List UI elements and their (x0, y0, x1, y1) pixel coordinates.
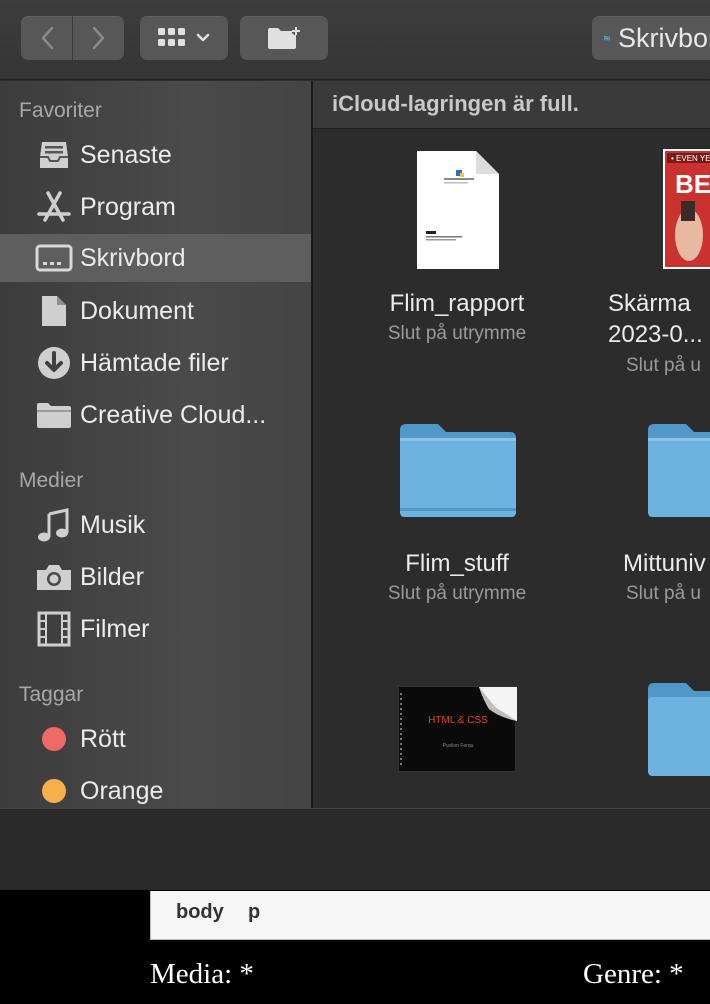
document-icon (35, 292, 73, 330)
location-label: Skrivbord (617, 22, 710, 53)
sidebar-item-filmer[interactable]: Filmer (0, 605, 311, 653)
sidebar-item-label: Hämtade filer (80, 348, 229, 377)
desktop-folder-icon (604, 35, 610, 41)
sidebar-item-dokument[interactable]: Dokument (0, 287, 311, 335)
sidebar-item-skrivbord[interactable]: Skrivbord (0, 234, 311, 282)
sidebar-item-label: Program (80, 192, 176, 221)
file-status: Slut på utrymme (387, 583, 527, 604)
file-name: Flim_rapport (389, 290, 525, 317)
chevron-down-icon (196, 33, 210, 42)
file-name: Mittuniv (623, 550, 706, 577)
file-status: Slut på u (626, 583, 701, 604)
sidebar-item-hamtade-filer[interactable]: Hämtade filer (0, 339, 311, 387)
file-name-line2: 2023-0... (608, 321, 703, 348)
presentation-title: HTML & CSS (428, 715, 488, 726)
sidebar-item-label: Orange (80, 776, 164, 805)
sidebar-item-label: Bilder (80, 562, 144, 591)
sidebar-item-musik[interactable]: Musik (0, 501, 311, 549)
media-section-title: Medier (19, 469, 84, 492)
media-label: Media: * (150, 958, 254, 990)
tags-section-title: Taggar (19, 683, 84, 706)
app-store-icon (35, 188, 73, 226)
breadcrumb-p[interactable]: p (248, 901, 260, 924)
sidebar-item-label: Skrivbord (80, 243, 186, 272)
new-folder-button[interactable] (240, 16, 328, 60)
sidebar-item-tag-orange[interactable]: Orange (0, 767, 311, 808)
desktop-icon (35, 239, 73, 277)
breadcrumb-body[interactable]: body (176, 901, 224, 924)
svg-text:• EVEN YEUN: • EVEN YEUN (671, 154, 710, 163)
forward-button[interactable] (73, 16, 124, 60)
sidebar-item-creative-cloud[interactable]: Creative Cloud... (0, 391, 311, 439)
sidebar-item-tag-red[interactable]: Rött (0, 715, 311, 763)
icon-grid-icon (158, 28, 185, 46)
back-button[interactable] (21, 16, 72, 60)
folder-icon (400, 424, 516, 517)
sidebar-item-label: Musik (80, 510, 146, 539)
file-name: Skärma (608, 290, 691, 317)
camera-icon (35, 558, 73, 596)
document-thumbnail-icon (417, 151, 499, 269)
red-tag-dot-icon (35, 720, 73, 758)
orange-tag-dot-icon (35, 772, 73, 808)
sidebar-item-bilder[interactable]: Bilder (0, 553, 311, 601)
folder-icon (648, 683, 710, 776)
dialog-bottom-bar (0, 808, 710, 890)
location-popup[interactable]: Skrivbord (592, 16, 710, 60)
download-icon (35, 344, 73, 382)
banner-text: iCloud-lagringen är full. (332, 91, 579, 116)
sidebar-item-label: Senaste (80, 140, 172, 169)
toolbar: Skrivbord (0, 0, 710, 80)
sidebar-item-label: Filmer (80, 614, 150, 643)
sidebar-item-senaste[interactable]: Senaste (0, 131, 311, 179)
music-note-icon (35, 506, 73, 544)
folder-icon (35, 396, 73, 434)
folder-icon (648, 424, 710, 517)
presentation-subtitle: Pusilon Ferqu (442, 743, 474, 749)
svg-text:BE: BE (675, 169, 710, 199)
new-folder-icon (268, 27, 300, 49)
sidebar-item-label: Creative Cloud... (80, 400, 267, 429)
file-status: Slut på u (626, 355, 701, 376)
chevron-right-icon (92, 26, 104, 50)
file-name: Flim_stuff (405, 550, 509, 577)
view-mode-button[interactable] (140, 16, 228, 60)
favorites-section-title: Favoriter (19, 99, 102, 122)
sidebar: Favoriter Senaste Program Skrivbord Doku… (0, 81, 311, 808)
file-status: Slut på utrymme (387, 323, 527, 344)
chevron-left-icon (41, 26, 53, 50)
element-breadcrumb-bar: body p (150, 891, 710, 940)
file-picker-dialog: Skrivbord Favoriter Senaste Program Skri… (0, 0, 710, 890)
file-browser-content: iCloud-lagringen är full. Flim_rapport S… (313, 81, 710, 808)
film-icon (35, 610, 73, 648)
image-thumbnail-icon: • EVEN YEUN BE (663, 149, 710, 269)
presentation-thumbnail: HTML & CSS Pusilon Ferqu (398, 686, 517, 772)
icloud-full-banner: iCloud-lagringen är full. (313, 81, 710, 129)
navigation-buttons (21, 16, 124, 60)
sidebar-item-program[interactable]: Program (0, 183, 311, 231)
sidebar-item-label: Rött (80, 724, 126, 753)
genre-label: Genre: * (583, 958, 684, 990)
sidebar-item-label: Dokument (80, 296, 194, 325)
clock-tray-icon (35, 136, 73, 174)
